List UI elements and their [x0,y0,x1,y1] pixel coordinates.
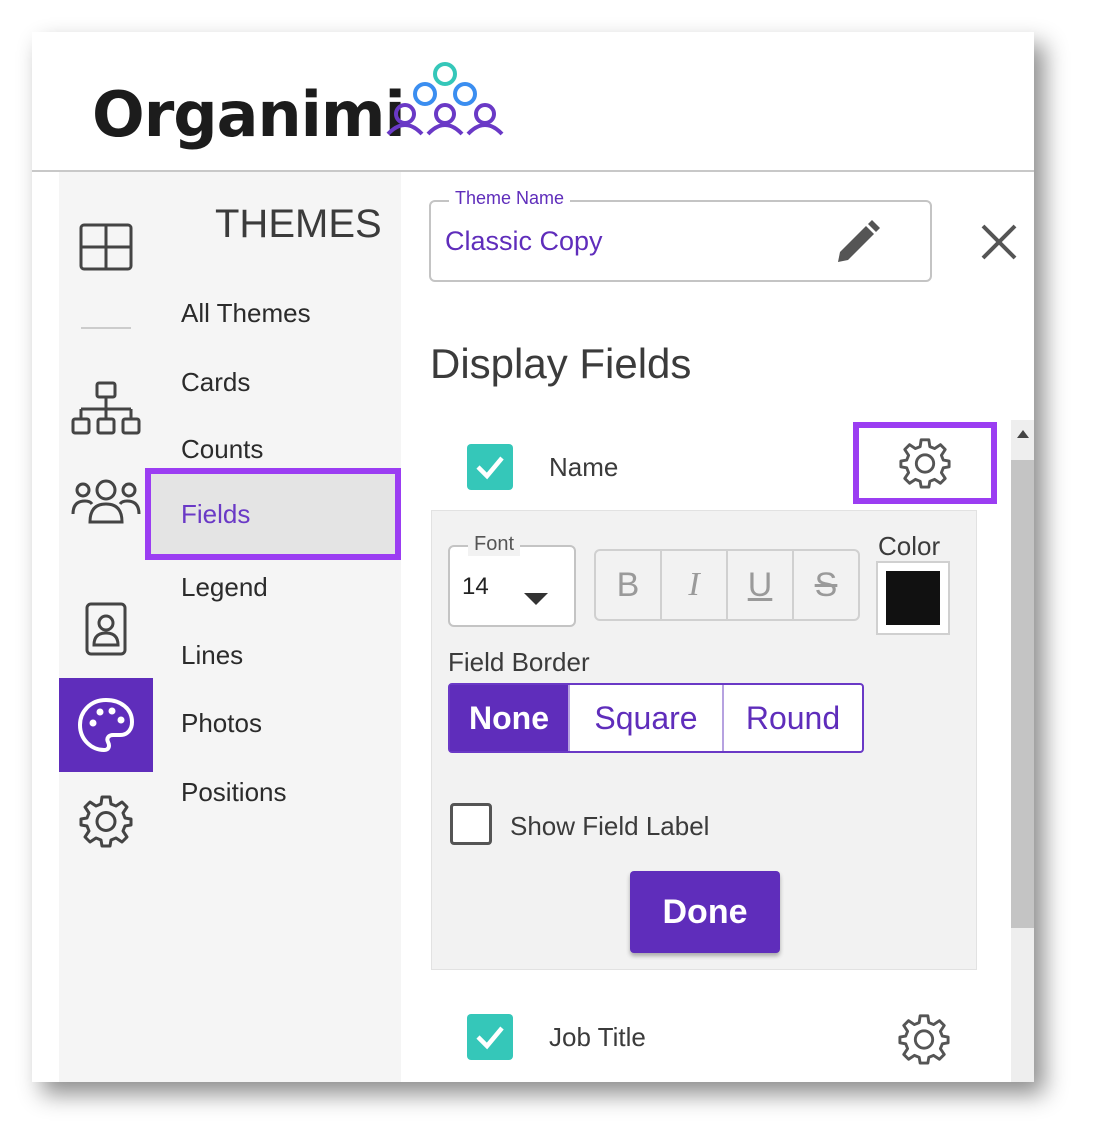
text-format-group: B I U S [594,549,860,621]
menu-item-all-themes[interactable]: All Themes [181,298,311,329]
underline-button[interactable]: U [728,551,794,619]
dropdown-caret-icon [524,593,548,605]
menu-item-counts[interactable]: Counts [181,434,263,465]
job-title-field-label: Job Title [549,1022,646,1052]
rail-settings[interactable] [59,774,153,868]
menu-item-cards[interactable]: Cards [181,367,250,398]
fields-panel: Theme Name Classic Copy Display Fields N… [401,172,1034,1082]
themes-menu: THEMES All Themes Cards Counts Fields Le… [145,172,401,1082]
people-icon [71,479,141,524]
check-icon [476,1026,504,1050]
app-window: Organimi THEMES All Themes Cards Counts … [32,32,1034,1082]
contact-card-icon [85,602,127,656]
menu-item-fields[interactable]: Fields [181,499,250,530]
italic-button[interactable]: I [662,551,728,619]
color-swatch [886,571,940,625]
font-size-select[interactable]: Font 14 [448,533,576,627]
gear-icon [899,438,951,489]
icon-rail [59,172,153,1082]
menu-item-photos[interactable]: Photos [181,708,262,739]
rail-contact[interactable] [59,582,153,676]
theme-name-label: Theme Name [449,188,571,209]
rail-dashboard[interactable] [59,200,153,294]
gear-icon [898,1014,950,1065]
name-checkbox[interactable] [467,444,513,490]
name-settings-button[interactable] [853,422,997,504]
field-border-toggle: None Square Round [448,683,864,753]
menu-title: THEMES [215,202,382,246]
show-field-label-text: Show Field Label [510,811,710,841]
field-settings-panel: Font 14 B I U S Color Field Border None … [431,510,977,970]
font-label: Font [468,533,521,556]
show-field-label-checkbox[interactable] [450,803,492,845]
rail-divider [81,327,131,329]
job-title-checkbox[interactable] [467,1014,513,1060]
menu-item-fields-highlight[interactable]: Fields [145,468,401,560]
rail-people[interactable] [59,454,153,548]
font-size-value: 14 [462,573,489,600]
name-field-label: Name [549,452,619,482]
logo-icon [386,62,504,136]
job-title-settings-button[interactable] [897,1012,951,1071]
close-icon[interactable] [979,222,1019,262]
rail-themes[interactable] [59,678,153,772]
theme-name-value[interactable]: Classic Copy [445,226,603,257]
palette-icon [77,697,135,753]
scrollbar-thumb[interactable] [1011,460,1034,928]
done-button[interactable]: Done [630,871,780,953]
check-icon [476,456,504,480]
scrollbar[interactable] [1011,420,1034,1082]
bold-button[interactable]: B [596,551,662,619]
strikethrough-button[interactable]: S [794,551,858,619]
grid-icon [79,223,133,271]
color-picker[interactable] [876,561,950,635]
pencil-icon[interactable] [832,218,882,268]
border-round-button[interactable]: Round [724,685,862,751]
menu-item-positions[interactable]: Positions [181,777,287,808]
scroll-up-arrow-icon[interactable] [1017,430,1029,438]
color-label: Color [878,531,941,561]
gear-icon [79,795,133,848]
org-chart-icon [71,381,141,435]
app-header: Organimi [32,32,1034,172]
menu-item-lines[interactable]: Lines [181,640,243,671]
theme-name-field[interactable]: Theme Name Classic Copy [429,188,932,282]
border-none-button[interactable]: None [450,685,570,751]
logo-text: Organimi [92,78,406,151]
menu-item-legend[interactable]: Legend [181,572,268,603]
field-border-label: Field Border [448,647,590,677]
display-fields-title: Display Fields [430,340,692,387]
rail-org-chart[interactable] [59,362,153,456]
border-square-button[interactable]: Square [570,685,724,751]
